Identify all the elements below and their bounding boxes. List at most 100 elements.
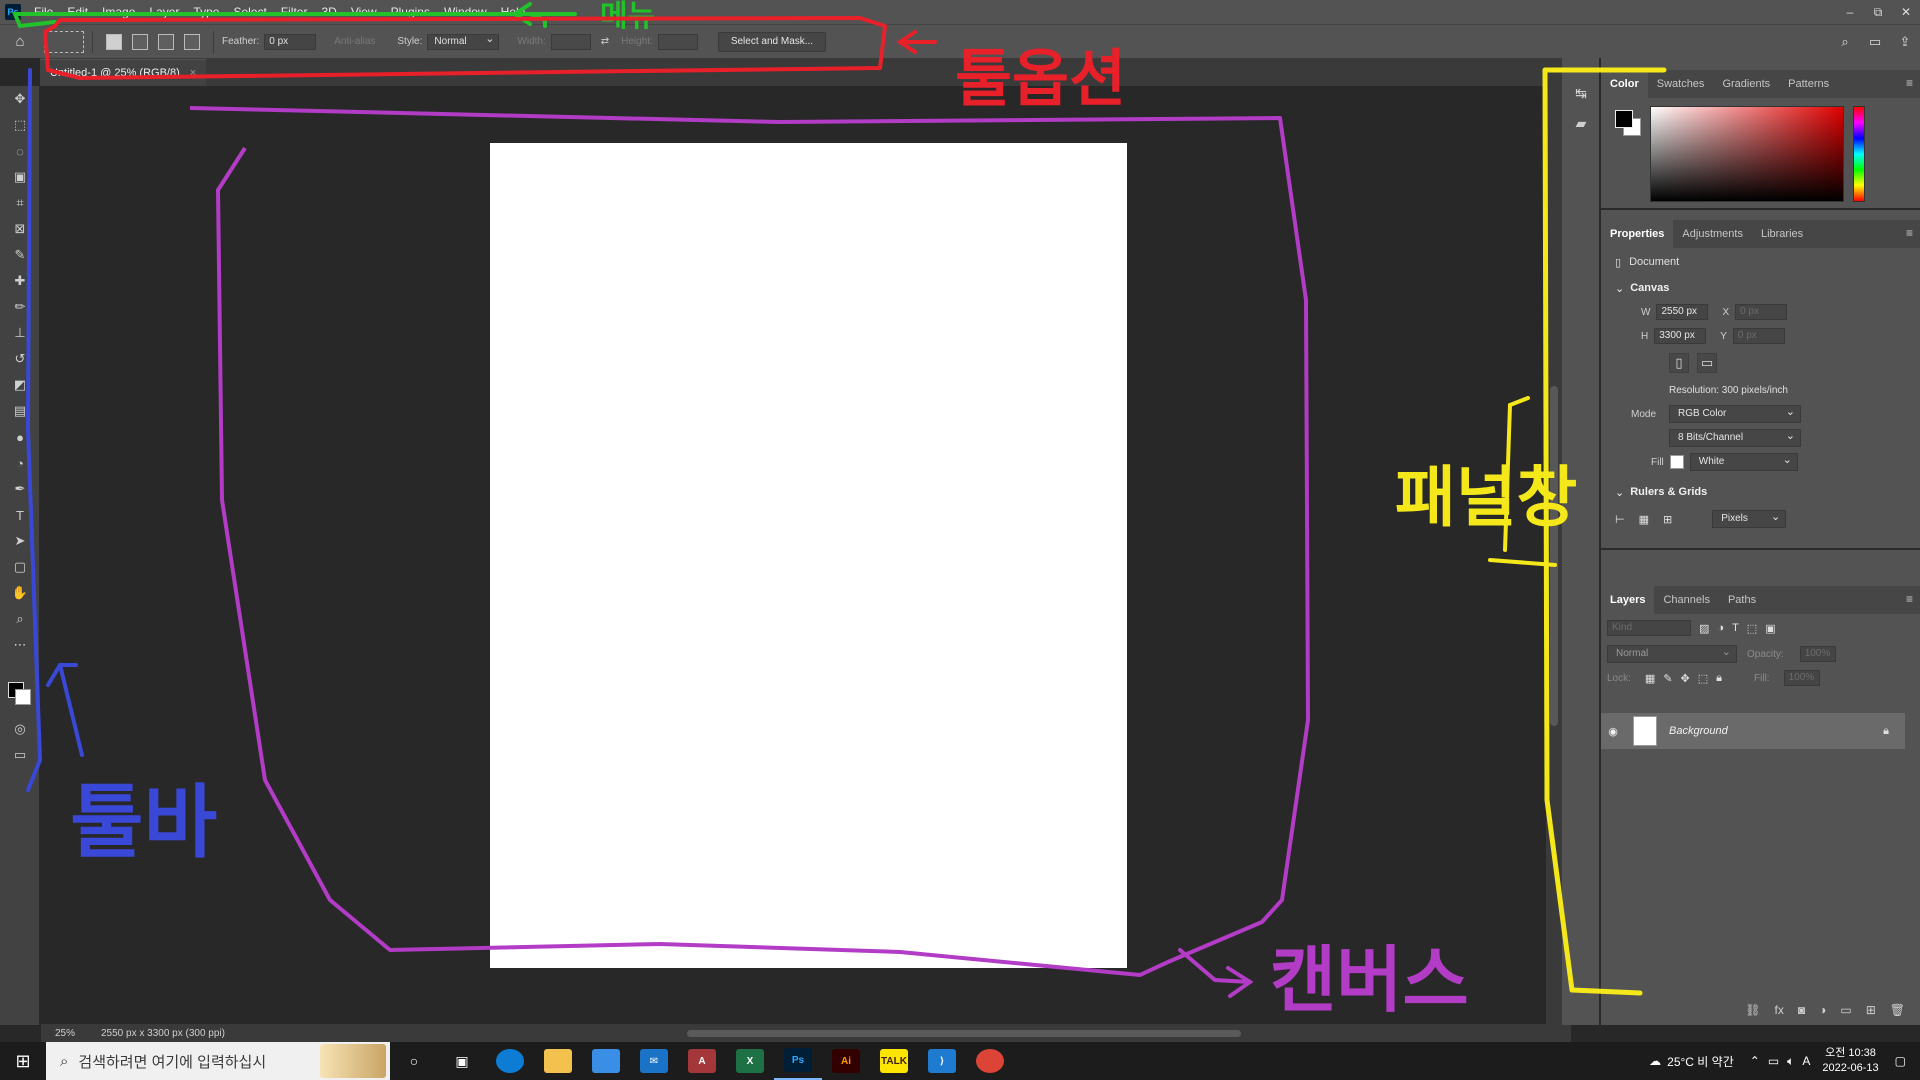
background-color-swatch[interactable] — [15, 689, 31, 705]
search-icon[interactable]: ⌕ — [1830, 25, 1860, 59]
menu-3d[interactable]: 3D — [314, 0, 343, 24]
minimize-button[interactable]: – — [1836, 0, 1864, 24]
new-layer-icon[interactable]: ⊞ — [1866, 1003, 1876, 1017]
hand-tool-icon[interactable]: ✋ — [0, 580, 40, 606]
panel-menu-icon[interactable]: ≡ — [1906, 226, 1913, 240]
tab-libraries[interactable]: Libraries — [1752, 220, 1812, 248]
filter-adjustment-icon[interactable]: ◑ — [1717, 622, 1724, 634]
intersect-selection-icon[interactable] — [184, 33, 200, 50]
clock[interactable]: 오전 10:38 2022-06-13 — [1810, 1046, 1890, 1076]
menu-image[interactable]: Image — [95, 0, 142, 24]
menu-type[interactable]: Type — [186, 0, 226, 24]
foreground-swatch[interactable] — [1615, 110, 1633, 128]
new-selection-icon[interactable] — [106, 33, 122, 50]
close-button[interactable]: ✕ — [1892, 0, 1920, 24]
volume-icon[interactable]: 🔈︎ — [1787, 1054, 1794, 1069]
horizontal-scroll-thumb[interactable] — [687, 1030, 1241, 1037]
color-field[interactable] — [1650, 106, 1844, 202]
canvas-x-input[interactable]: 0 px — [1735, 304, 1788, 320]
tab-paths[interactable]: Paths — [1719, 586, 1765, 614]
select-and-mask-button[interactable]: Select and Mask... — [717, 31, 827, 52]
vscode-icon[interactable]: ⟩ — [918, 1042, 966, 1080]
path-selection-tool-icon[interactable]: ➤ — [0, 528, 40, 554]
menu-layer[interactable]: Layer — [142, 0, 186, 24]
subtract-selection-icon[interactable] — [158, 33, 174, 50]
lock-transparency-icon[interactable]: ▦ — [1645, 672, 1655, 685]
mail-icon[interactable]: ✉ — [630, 1042, 678, 1080]
bit-depth-select[interactable]: 8 Bits/Channel — [1669, 429, 1801, 447]
photoshop-logo-icon[interactable]: Ps — [5, 4, 21, 20]
cortana-icon[interactable]: ○ — [390, 1042, 438, 1080]
link-layers-icon[interactable]: ⛓ — [1745, 1003, 1760, 1017]
type-tool-icon[interactable]: T — [0, 502, 40, 528]
quick-mask-icon[interactable]: ◎ — [0, 716, 40, 742]
portrait-icon[interactable]: ▯ — [1669, 353, 1689, 373]
fill-select[interactable]: White — [1689, 453, 1798, 471]
screen-mode-icon[interactable]: ▭ — [0, 742, 40, 768]
document-info[interactable]: 2550 px x 3300 px (300 ppi) — [101, 1028, 251, 1039]
filter-shape-icon[interactable]: ⬚ — [1747, 622, 1757, 635]
tab-swatches[interactable]: Swatches — [1648, 70, 1714, 98]
zoom-level[interactable]: 25% — [41, 1028, 101, 1039]
access-icon[interactable]: A — [678, 1042, 726, 1080]
share-icon[interactable]: ⇪ — [1890, 25, 1920, 59]
grid-icon[interactable]: ▦ — [1639, 513, 1649, 526]
task-view-icon[interactable]: ▣ — [438, 1042, 486, 1080]
tab-color[interactable]: Color — [1601, 70, 1648, 98]
file-explorer-icon[interactable] — [534, 1042, 582, 1080]
panel-menu-icon[interactable]: ≡ — [1906, 592, 1913, 606]
antialias-checkbox[interactable]: Anti-alias — [334, 36, 375, 47]
layer-kind-filter[interactable]: Kind — [1607, 620, 1691, 636]
rectangle-tool-icon[interactable]: ▢ — [0, 554, 40, 580]
brush-tool-icon[interactable]: ✏ — [0, 294, 40, 320]
menu-filter[interactable]: Filter — [274, 0, 315, 24]
layer-row[interactable]: ◉ Background 🔒︎ — [1601, 713, 1905, 749]
store-icon[interactable] — [582, 1042, 630, 1080]
ime-indicator[interactable]: A — [1802, 1054, 1810, 1068]
kakaotalk-icon[interactable]: TALK — [870, 1042, 918, 1080]
opacity-input[interactable]: 100% — [1799, 646, 1836, 662]
delete-layer-icon[interactable]: 🗑︎ — [1890, 1003, 1905, 1017]
feather-input[interactable]: 0 px — [264, 33, 317, 50]
mode-select[interactable]: RGB Color — [1669, 405, 1801, 423]
dodge-tool-icon[interactable]: ◔ — [0, 450, 40, 476]
adjustment-layer-icon[interactable]: ◑ — [1819, 1003, 1826, 1017]
weather-icon[interactable]: ☁ — [1649, 1054, 1661, 1068]
photoshop-taskbar-icon[interactable]: Ps — [774, 1042, 822, 1080]
notifications-icon[interactable]: ▢ — [1895, 1054, 1906, 1068]
panel-menu-icon[interactable]: ≡ — [1906, 76, 1913, 90]
vertical-scroll-thumb[interactable] — [1550, 386, 1558, 726]
hue-slider[interactable] — [1853, 106, 1865, 202]
windows-start-icon[interactable]: ⊞ — [0, 1042, 46, 1080]
edge-icon[interactable] — [486, 1042, 534, 1080]
eyedropper-tool-icon[interactable]: ✎ — [0, 242, 40, 268]
more-tools-icon[interactable]: ⋯ — [0, 632, 40, 658]
gradient-tool-icon[interactable]: ▤ — [0, 398, 40, 424]
document-tab[interactable]: Untitled-1 @ 25% (RGB/8) × — [40, 59, 207, 86]
object-selection-tool-icon[interactable]: ▣ — [0, 164, 40, 190]
tab-properties[interactable]: Properties — [1601, 220, 1674, 248]
blend-mode-select[interactable]: Normal — [1607, 645, 1737, 663]
menu-window[interactable]: Window — [437, 0, 494, 24]
height-input[interactable] — [657, 33, 698, 50]
tray-expand-icon[interactable]: ⌃ — [1750, 1054, 1760, 1068]
excel-icon[interactable]: X — [726, 1042, 774, 1080]
rulers-section-header[interactable]: Rulers & Grids — [1601, 480, 1920, 504]
fill-color-swatch[interactable] — [1669, 455, 1684, 469]
lock-all-icon[interactable]: 🔒︎ — [1716, 672, 1722, 685]
units-select[interactable]: Pixels — [1712, 510, 1787, 528]
lasso-tool-icon[interactable]: ◌ — [0, 138, 40, 164]
landscape-icon[interactable]: ▭ — [1697, 353, 1717, 373]
history-brush-tool-icon[interactable]: ↺ — [0, 346, 40, 372]
filter-pixel-icon[interactable]: ▨ — [1699, 622, 1709, 635]
network-icon[interactable]: ▭ — [1768, 1054, 1779, 1068]
blur-tool-icon[interactable]: ● — [0, 424, 40, 450]
canvas-width-input[interactable]: 2550 px — [1656, 304, 1709, 320]
crop-tool-icon[interactable]: ⌗ — [0, 190, 40, 216]
weather-text[interactable]: 25°C 비 약간 — [1667, 1053, 1734, 1070]
canvas-section-header[interactable]: Canvas — [1601, 276, 1920, 300]
rectangular-marquee-tool-icon[interactable]: ⬚ — [0, 112, 40, 138]
tab-adjustments[interactable]: Adjustments — [1673, 220, 1752, 248]
filter-type-icon[interactable]: T — [1732, 622, 1739, 634]
menu-file[interactable]: File — [27, 0, 60, 24]
